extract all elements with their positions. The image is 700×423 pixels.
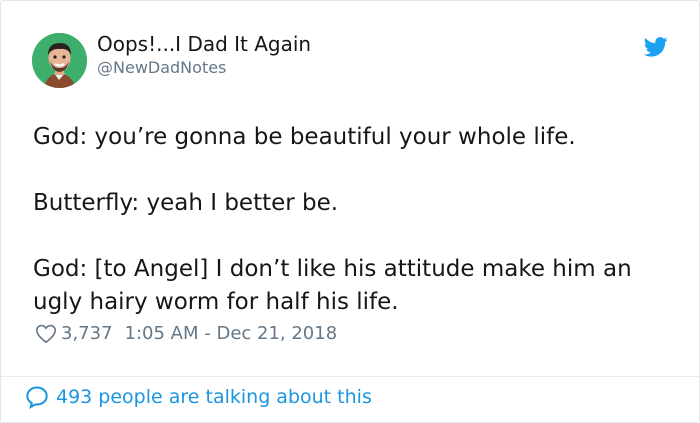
author-display-name[interactable]: Oops!...I Dad It Again (97, 32, 311, 56)
tweet-line: God: [to Angel] I don’t like his attitud… (33, 256, 632, 315)
tweet-meta: 3,737 1:05 AM - Dec 21, 2018 (35, 323, 337, 344)
tweet-timestamp[interactable]: 1:05 AM - Dec 21, 2018 (125, 323, 338, 344)
author-handle[interactable]: @NewDadNotes (97, 58, 226, 77)
tweet-line: God: you’re gonna be beautiful your whol… (33, 124, 576, 150)
heart-icon[interactable] (35, 323, 57, 344)
speech-bubble-icon (26, 386, 48, 409)
tweet-card: Oops!...I Dad It Again @NewDadNotes God:… (0, 0, 700, 423)
tweet-text: God: you’re gonna be beautiful your whol… (33, 121, 673, 319)
tweet-line: Butterfly: yeah I better be. (33, 190, 339, 216)
man-portrait-icon (32, 33, 87, 88)
talking-about-text[interactable]: 493 people are talking about this (56, 386, 372, 408)
like-count[interactable]: 3,737 (61, 323, 113, 344)
avatar[interactable] (32, 33, 87, 88)
talking-about-link[interactable]: 493 people are talking about this (25, 385, 372, 409)
twitter-bird-icon[interactable] (644, 37, 668, 57)
divider (1, 376, 699, 377)
